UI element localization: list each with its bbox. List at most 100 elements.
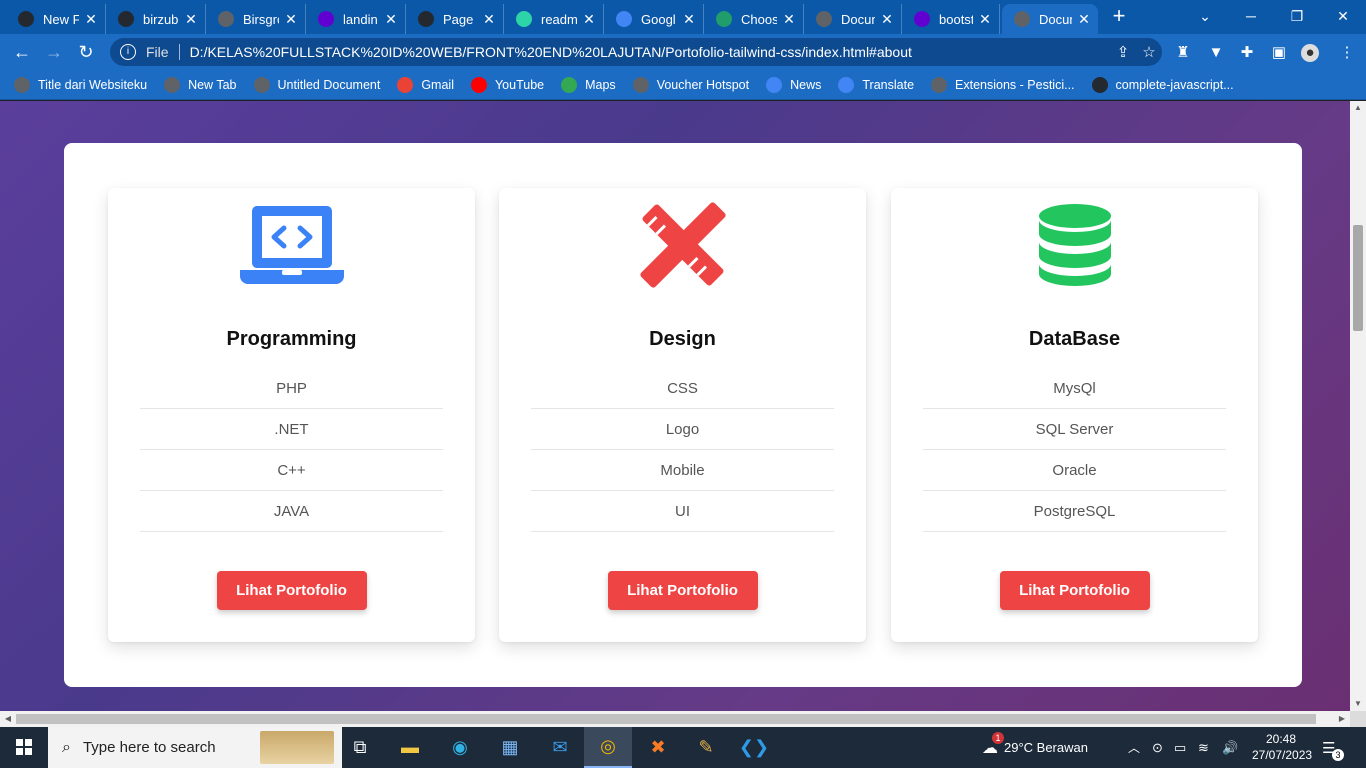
paint-icon[interactable]: ✎ (682, 727, 730, 768)
skill-list: PHP .NET C++ JAVA (140, 368, 443, 532)
meet-icon[interactable]: ⊙ (1152, 727, 1163, 768)
translate-icon (838, 76, 855, 93)
close-tab-icon[interactable]: ✕ (383, 11, 399, 28)
close-tab-icon[interactable]: ✕ (879, 11, 895, 28)
browser-tab[interactable]: New F ✕ (6, 4, 106, 34)
scroll-down-icon[interactable]: ▼ (1350, 697, 1366, 711)
scroll-up-icon[interactable]: ▲ (1350, 101, 1366, 115)
system-clock[interactable]: 20:48 27/07/2023 (1252, 731, 1312, 763)
forward-icon[interactable]: → (42, 40, 66, 64)
extension-v-icon[interactable]: ▼ (1207, 44, 1225, 62)
battery-icon[interactable]: ▭ (1174, 727, 1186, 768)
side-panel-icon[interactable]: ▣ (1270, 44, 1288, 62)
extensions-puzzle-icon[interactable]: ✚ (1238, 44, 1256, 62)
minimize-icon[interactable]: ─ (1228, 0, 1274, 32)
github-icon (418, 11, 434, 27)
windows-start-button[interactable] (0, 727, 48, 768)
browser-tab[interactable]: Choos ✕ (704, 4, 804, 34)
menu-kebab-icon[interactable]: ⋮ (1338, 44, 1356, 62)
bookmark-star-icon[interactable]: ☆ (1136, 43, 1162, 61)
bookmark-item[interactable]: New Tab (164, 76, 237, 93)
scroll-left-icon[interactable]: ◀ (0, 711, 16, 727)
skill-item: C++ (140, 450, 443, 491)
browser-tab[interactable]: Docum✕ (1002, 4, 1098, 34)
lihat-portofolio-button[interactable]: Lihat Portofolio (216, 571, 367, 610)
horizontal-scrollbar[interactable]: ◀ ▶ (0, 711, 1350, 727)
search-highlight-image (260, 731, 334, 764)
tab-search-icon[interactable]: ⌄ (1182, 0, 1228, 32)
mail-icon[interactable]: ✉ (536, 727, 584, 768)
close-tab-icon[interactable]: ✕ (183, 11, 199, 28)
bookmark-item[interactable]: News (766, 76, 821, 93)
browser-tab[interactable]: bootst ✕ (902, 4, 1000, 34)
file-explorer-icon[interactable]: ▬ (386, 727, 434, 768)
taskbar-search-box[interactable]: ⌕ Type here to search (48, 727, 342, 768)
scheme-label: File (146, 44, 169, 60)
skill-title: Programming (226, 328, 357, 350)
close-window-icon[interactable]: ✕ (1320, 0, 1366, 32)
browser-tab[interactable]: Birsgro✕ (206, 4, 306, 34)
bookmark-item[interactable]: Title dari Websiteku (14, 76, 147, 93)
url-text[interactable]: D:/KELAS%20FULLSTACK%20ID%20WEB/FRONT%20… (190, 44, 1110, 60)
volume-icon[interactable]: 🔊 (1222, 727, 1238, 768)
browser-tab[interactable]: landin ✕ (306, 4, 406, 34)
tab-title: Page n (443, 11, 477, 27)
weather-badge: 1 (992, 731, 1004, 744)
weather-widget[interactable]: ☁ 1 29°C Berawan (982, 727, 1088, 768)
address-bar[interactable]: i File D:/KELAS%20FULLSTACK%20ID%20WEB/F… (110, 38, 1162, 66)
search-icon: ⌕ (62, 738, 71, 756)
scroll-right-icon[interactable]: ▶ (1334, 711, 1350, 727)
reload-icon[interactable]: ↻ (74, 40, 98, 64)
bookmark-item[interactable]: Voucher Hotspot (632, 76, 749, 93)
browser-tab[interactable]: Page n✕ (406, 4, 504, 34)
close-tab-icon[interactable]: ✕ (481, 11, 497, 28)
browser-tab[interactable]: readm ✕ (504, 4, 604, 34)
notifications-icon[interactable]: ☰ 3 (1322, 727, 1344, 768)
maximize-icon[interactable]: ❐ (1274, 0, 1320, 32)
close-tab-icon[interactable]: ✕ (781, 11, 797, 28)
back-icon[interactable]: ← (10, 40, 34, 64)
close-tab-icon[interactable]: ✕ (283, 11, 299, 28)
bookmark-item[interactable]: Translate (838, 76, 914, 93)
bookmark-item[interactable]: Gmail (397, 76, 454, 93)
bookmark-item[interactable]: complete-javascript... (1091, 76, 1234, 93)
profile-avatar[interactable]: ● (1301, 44, 1319, 62)
bookmark-item[interactable]: YouTube (470, 76, 544, 93)
new-tab-button[interactable]: + (1108, 5, 1130, 28)
wifi-icon[interactable]: ≋ (1198, 727, 1209, 768)
xampp-icon[interactable]: ✖ (634, 727, 682, 768)
close-tab-icon[interactable]: ✕ (681, 11, 697, 28)
browser-tab[interactable]: Docum✕ (804, 4, 902, 34)
skill-item: JAVA (140, 491, 443, 532)
bookmark-label: Extensions - Pestici... (955, 77, 1075, 92)
show-hidden-icons-icon[interactable]: ︿ (1128, 727, 1140, 768)
skill-item: Mobile (531, 450, 834, 491)
bookmark-label: complete-javascript... (1115, 77, 1234, 92)
skill-list: CSS Logo Mobile UI (531, 368, 834, 532)
close-tab-icon[interactable]: ✕ (977, 11, 993, 28)
bookmark-item[interactable]: Maps (561, 76, 616, 93)
share-icon[interactable]: ⇪ (1110, 43, 1136, 61)
close-tab-icon[interactable]: ✕ (83, 11, 99, 28)
vscode-icon[interactable]: ❮❯ (730, 727, 778, 768)
bookmark-item[interactable]: Extensions - Pestici... (931, 76, 1075, 93)
task-view-icon[interactable]: ⧉ (336, 727, 384, 768)
extension-bottle-icon[interactable]: ♜ (1174, 44, 1192, 62)
chrome-icon[interactable]: ◎ (584, 727, 632, 768)
tab-title: Choos (741, 11, 777, 27)
close-tab-icon[interactable]: ✕ (581, 11, 597, 28)
bookmark-item[interactable]: Untitled Document (253, 76, 380, 93)
lihat-portofolio-button[interactable]: Lihat Portofolio (999, 571, 1150, 610)
globe-icon (218, 11, 234, 27)
browser-tab[interactable]: Googl ✕ (604, 4, 704, 34)
lihat-portofolio-button[interactable]: Lihat Portofolio (607, 571, 758, 610)
close-tab-icon[interactable]: ✕ (1076, 11, 1092, 28)
translate-icon (616, 11, 632, 27)
site-info-icon[interactable]: i (120, 44, 136, 60)
store-icon[interactable]: ▦ (486, 727, 534, 768)
browser-tab[interactable]: birzub ✕ (106, 4, 206, 34)
edge-icon[interactable]: ◉ (436, 727, 484, 768)
vertical-scroll-thumb[interactable] (1353, 225, 1363, 331)
horizontal-scroll-thumb[interactable] (16, 714, 1316, 724)
vertical-scrollbar[interactable]: ▲ ▼ (1350, 101, 1366, 711)
